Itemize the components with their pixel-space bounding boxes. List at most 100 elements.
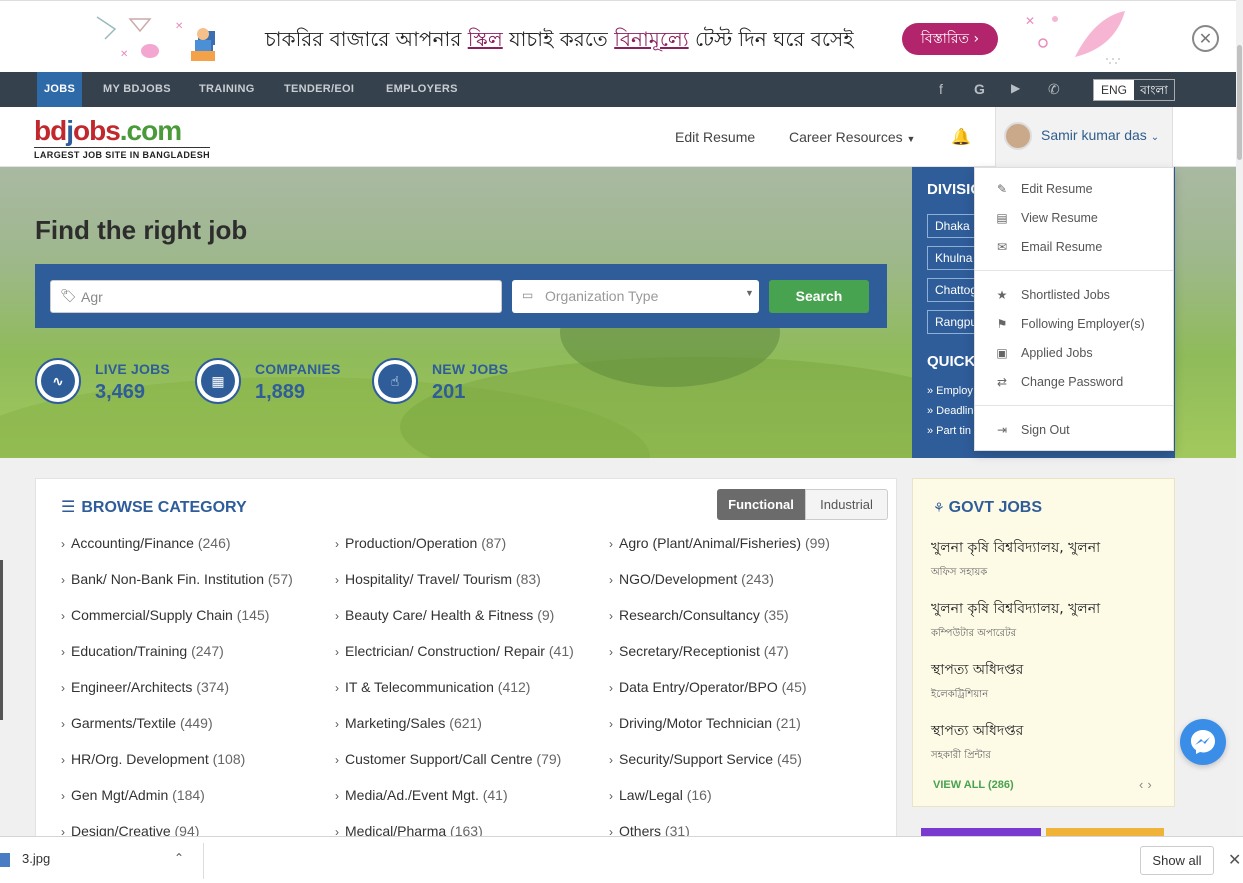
banner-details-button[interactable]: বিস্তারিত ›: [902, 23, 998, 55]
category-column-1: › Accounting/Finance (246) › Bank/ Non-Bank…: [61, 535, 293, 859]
category-link[interactable]: › Education/Training (247): [61, 643, 293, 679]
category-name: Accounting/Finance: [71, 535, 194, 551]
chevron-right-icon: ›: [61, 717, 65, 731]
govt-job-org[interactable]: স্থাপত্য অধিদপ্তর: [931, 719, 1023, 743]
nav-training[interactable]: TRAINING: [199, 72, 255, 107]
category-link[interactable]: › Law/Legal (16): [609, 787, 830, 823]
category-link[interactable]: › Bank/ Non-Bank Fin. Institution (57): [61, 571, 293, 607]
category-link[interactable]: › Secretary/Receptionist (47): [609, 643, 830, 679]
chevron-right-icon: ›: [609, 573, 613, 587]
category-count: (99): [804, 535, 830, 551]
category-name: Secretary/Receptionist: [619, 643, 760, 659]
category-link[interactable]: › HR/Org. Development (108): [61, 751, 293, 787]
search-button[interactable]: Search: [769, 280, 869, 313]
download-bar: 3.jpg ⌃ Show all ✕: [0, 836, 1243, 883]
govt-icon: ⚘: [933, 500, 945, 515]
menu-edit-resume[interactable]: ✎ Edit Resume: [993, 182, 1093, 196]
nav-my-bdjobs[interactable]: MY BDJOBS: [103, 72, 171, 107]
left-edge-tab: [0, 560, 3, 720]
category-link[interactable]: › Commercial/Supply Chain (145): [61, 607, 293, 643]
govt-job-item[interactable]: স্থাপত্য অধিদপ্তর ইলেকট্রিশিয়ান: [931, 658, 1023, 704]
chevron-right-icon[interactable]: ›: [1147, 777, 1155, 792]
google-icon[interactable]: G: [974, 81, 985, 97]
language-switch[interactable]: ENG বাংলা: [1093, 79, 1175, 101]
govt-job-org[interactable]: খুলনা কৃষি বিশ্ববিদ্যালয়, খুলনা: [931, 536, 1100, 560]
quick-link-employer[interactable]: » Employ: [927, 385, 973, 397]
category-link[interactable]: › IT & Telecommunication (412): [335, 679, 574, 715]
chevron-right-icon: ›: [61, 753, 65, 767]
category-link[interactable]: › Gen Mgt/Admin (184): [61, 787, 293, 823]
category-link[interactable]: › Research/Consultancy (35): [609, 607, 830, 643]
category-link[interactable]: › Electrician/ Construction/ Repair (41): [335, 643, 574, 679]
lang-bangla[interactable]: বাংলা: [1134, 80, 1174, 100]
chevron-right-icon: ›: [609, 609, 613, 623]
nav-tender[interactable]: TENDER/EOI: [284, 72, 354, 107]
category-count: (47): [763, 643, 789, 659]
youtube-icon[interactable]: ▶: [1011, 81, 1020, 95]
page-scrollbar[interactable]: [1236, 0, 1243, 836]
category-link[interactable]: › Driving/Motor Technician (21): [609, 715, 830, 751]
lang-english[interactable]: ENG: [1094, 80, 1134, 100]
category-link[interactable]: › Engineer/Architects (374): [61, 679, 293, 715]
close-icon[interactable]: ✕: [1228, 850, 1241, 870]
category-link[interactable]: › Customer Support/Call Centre (79): [335, 751, 574, 787]
user-menu-toggle[interactable]: Samir kumar das ⌄: [995, 107, 1173, 167]
category-link[interactable]: › Beauty Care/ Health & Fitness (9): [335, 607, 574, 643]
messenger-icon[interactable]: [1180, 719, 1226, 765]
category-link[interactable]: › Data Entry/Operator/BPO (45): [609, 679, 830, 715]
menu-shortlisted-jobs[interactable]: ★ Shortlisted Jobs: [993, 288, 1110, 302]
edit-resume-link[interactable]: Edit Resume: [675, 129, 755, 145]
category-count: (41): [548, 643, 574, 659]
category-link[interactable]: › Hospitality/ Travel/ Tourism (83): [335, 571, 574, 607]
tab-industrial[interactable]: Industrial: [805, 489, 888, 520]
category-link[interactable]: › Media/Ad./Event Mgt. (41): [335, 787, 574, 823]
category-name: Data Entry/Operator/BPO: [619, 679, 778, 695]
menu-following-employers[interactable]: ⚑ Following Employer(s): [993, 317, 1145, 331]
live-jobs-badge: ∿: [35, 358, 81, 404]
govt-job-item[interactable]: খুলনা কৃষি বিশ্ববিদ্যালয়, খুলনা অফিস সহা…: [931, 536, 1100, 582]
organization-type-select[interactable]: Organization Type: [512, 280, 759, 313]
phone-icon[interactable]: ✆: [1048, 81, 1060, 98]
download-item[interactable]: 3.jpg: [0, 851, 50, 867]
govt-carousel-arrows[interactable]: ‹›: [1139, 777, 1156, 792]
govt-job-item[interactable]: খুলনা কৃষি বিশ্ববিদ্যালয়, খুলনা কম্পিউটা…: [931, 597, 1100, 643]
category-count: (184): [172, 787, 205, 803]
menu-change-password[interactable]: ⇄ Change Password: [993, 375, 1123, 389]
category-link[interactable]: › Garments/Textile (449): [61, 715, 293, 751]
menu-sign-out[interactable]: ⇥ Sign Out: [993, 423, 1070, 437]
menu-view-resume[interactable]: ▤ View Resume: [993, 211, 1098, 225]
menu-email-resume[interactable]: ✉ Email Resume: [993, 240, 1102, 254]
quick-link-part-time[interactable]: » Part tin: [927, 425, 971, 437]
category-name: IT & Telecommunication: [345, 679, 494, 695]
show-all-button[interactable]: Show all: [1140, 846, 1214, 875]
facebook-icon[interactable]: f: [939, 81, 943, 97]
govt-job-org[interactable]: খুলনা কৃষি বিশ্ববিদ্যালয়, খুলনা: [931, 597, 1100, 621]
tab-functional[interactable]: Functional: [717, 489, 805, 520]
promo-banner[interactable]: ✕ ✕ চাকরির বাজারে আপনার স্কিল যাচাই করতে…: [0, 0, 1243, 72]
govt-job-org[interactable]: স্থাপত্য অধিদপ্তর: [931, 658, 1023, 682]
category-link[interactable]: › Accounting/Finance (246): [61, 535, 293, 571]
close-icon[interactable]: ✕: [1192, 25, 1219, 52]
quick-link-deadline[interactable]: » Deadlin: [927, 405, 973, 417]
career-resources-menu[interactable]: Career Resources ▼: [789, 129, 915, 145]
nav-employers[interactable]: EMPLOYERS: [386, 72, 458, 107]
chevron-up-icon[interactable]: ⌃: [174, 851, 184, 865]
category-link[interactable]: › Production/Operation (87): [335, 535, 574, 571]
category-count: (108): [212, 751, 246, 767]
category-link[interactable]: › Agro (Plant/Animal/Fisheries) (99): [609, 535, 830, 571]
govt-view-all-link[interactable]: VIEW ALL (286): [933, 779, 1014, 791]
bell-icon[interactable]: 🔔: [951, 127, 971, 147]
govt-job-item[interactable]: স্থাপত্য অধিদপ্তর সহকারী প্রিন্টার: [931, 719, 1023, 765]
nav-jobs[interactable]: JOBS: [37, 72, 83, 107]
keyword-input[interactable]: [50, 280, 502, 313]
bdjobs-logo[interactable]: bdjobs.com LARGEST JOB SITE IN BANGLADES…: [34, 117, 211, 160]
chevron-right-icon: ›: [335, 681, 339, 695]
scrollbar-thumb[interactable]: [1237, 45, 1242, 160]
ad-strip[interactable]: [921, 828, 1164, 836]
menu-applied-jobs[interactable]: ▣ Applied Jobs: [993, 346, 1092, 360]
chevron-right-icon: ›: [335, 717, 339, 731]
category-link[interactable]: › Security/Support Service (45): [609, 751, 830, 787]
category-link[interactable]: › NGO/Development (243): [609, 571, 830, 607]
category-link[interactable]: › Marketing/Sales (621): [335, 715, 574, 751]
category-count: (21): [775, 715, 801, 731]
